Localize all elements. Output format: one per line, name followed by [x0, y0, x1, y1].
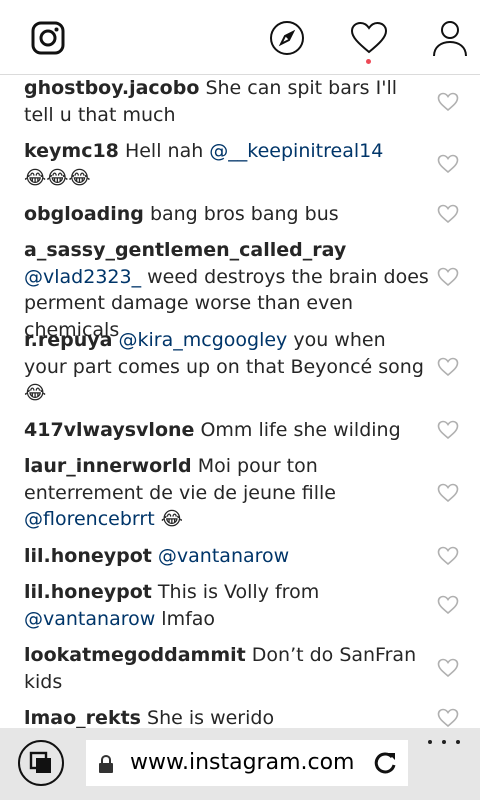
comment-mention[interactable]: @vantanarow — [158, 545, 289, 567]
comment-emoji: 😂😂😂 — [24, 166, 91, 189]
like-heart-icon[interactable] — [437, 658, 459, 678]
heart-icon[interactable] — [349, 18, 389, 58]
list-item: lil.honeypot This is Volly from @vantana… — [24, 579, 424, 632]
comment-mention[interactable]: @kira_mcgoogley — [119, 329, 288, 351]
comment-text-tail: lmfao — [155, 607, 216, 630]
instagram-logo-icon[interactable] — [28, 18, 68, 58]
refresh-icon[interactable] — [372, 750, 398, 776]
list-item: 417vlwaysvlone Omm life she wilding — [24, 417, 424, 444]
browser-toolbar: www.instagram.com/| — [0, 728, 480, 800]
tabs-button[interactable] — [18, 740, 64, 786]
comment-mention[interactable]: @florencebrrt — [24, 508, 155, 530]
like-heart-icon[interactable] — [437, 420, 459, 440]
like-heart-icon[interactable] — [437, 708, 459, 728]
comment-username[interactable]: lmao_rekts — [24, 707, 141, 728]
comment-username[interactable]: ghostboy.jacobo — [24, 77, 199, 99]
like-heart-icon[interactable] — [437, 154, 459, 174]
comment-list: ghostboy.jacobo She can spit bars I'll t… — [0, 75, 480, 728]
address-bar[interactable]: www.instagram.com/| — [86, 740, 408, 786]
compass-icon[interactable] — [267, 18, 307, 58]
comment-username[interactable]: lil.honeypot — [24, 581, 152, 603]
comment-username[interactable]: lil.honeypot — [24, 545, 152, 567]
like-heart-icon[interactable] — [437, 204, 459, 224]
list-item: lmao_rekts She is werido — [24, 705, 424, 728]
list-item: lookatmegoddammit Don’t do SanFran kids — [24, 642, 424, 695]
like-heart-icon[interactable] — [437, 357, 459, 377]
tabs-icon — [29, 751, 51, 773]
comment-username[interactable]: obgloading — [24, 203, 144, 225]
profile-icon[interactable] — [430, 18, 470, 58]
list-item: ghostboy.jacobo She can spit bars I'll t… — [24, 75, 424, 128]
comment-username[interactable]: lookatmegoddammit — [24, 644, 246, 666]
notification-dot — [366, 59, 371, 64]
like-heart-icon[interactable] — [437, 595, 459, 615]
like-heart-icon[interactable] — [437, 546, 459, 566]
like-heart-icon[interactable] — [437, 483, 459, 503]
comment-text: Hell nah — [124, 140, 210, 162]
comment-username[interactable]: laur_innerworld — [24, 455, 192, 477]
comment-text: This is Volly from — [157, 581, 320, 603]
url-text[interactable]: www.instagram.com/| — [130, 750, 354, 776]
comment-text: Omm life she wilding — [200, 419, 401, 441]
list-item: obgloading bang bros bang bus — [24, 201, 424, 228]
comment-mention[interactable]: @__keepinitreal14 — [209, 140, 383, 162]
comment-emoji: 😂 — [154, 508, 183, 530]
comment-mention[interactable]: @vantanarow — [24, 608, 155, 630]
comment-text: She is werido — [147, 707, 275, 728]
list-item: lil.honeypot @vantanarow — [24, 543, 424, 570]
list-item: r.repuya @kira_mcgoogley you when your p… — [24, 327, 424, 407]
comment-username[interactable]: 417vlwaysvlone — [24, 419, 194, 441]
top-nav-bar — [0, 0, 480, 75]
like-heart-icon[interactable] — [437, 267, 459, 287]
lock-icon — [99, 754, 113, 773]
comment-username[interactable]: a_sassy_gentlemen_called_ray — [24, 239, 346, 261]
comment-username[interactable]: keymc18 — [24, 140, 119, 162]
comment-text: bang bros bang bus — [149, 203, 339, 225]
more-icon[interactable] — [428, 734, 460, 750]
list-item: keymc18 Hell nah @__keepinitreal14 😂😂😂 — [24, 138, 424, 191]
like-heart-icon[interactable] — [437, 92, 459, 112]
comment-mention[interactable]: @vlad2323_ — [24, 266, 141, 288]
comment-username[interactable]: r.repuya — [24, 329, 112, 351]
list-item: laur_innerworld Moi pour ton enterrement… — [24, 453, 424, 533]
